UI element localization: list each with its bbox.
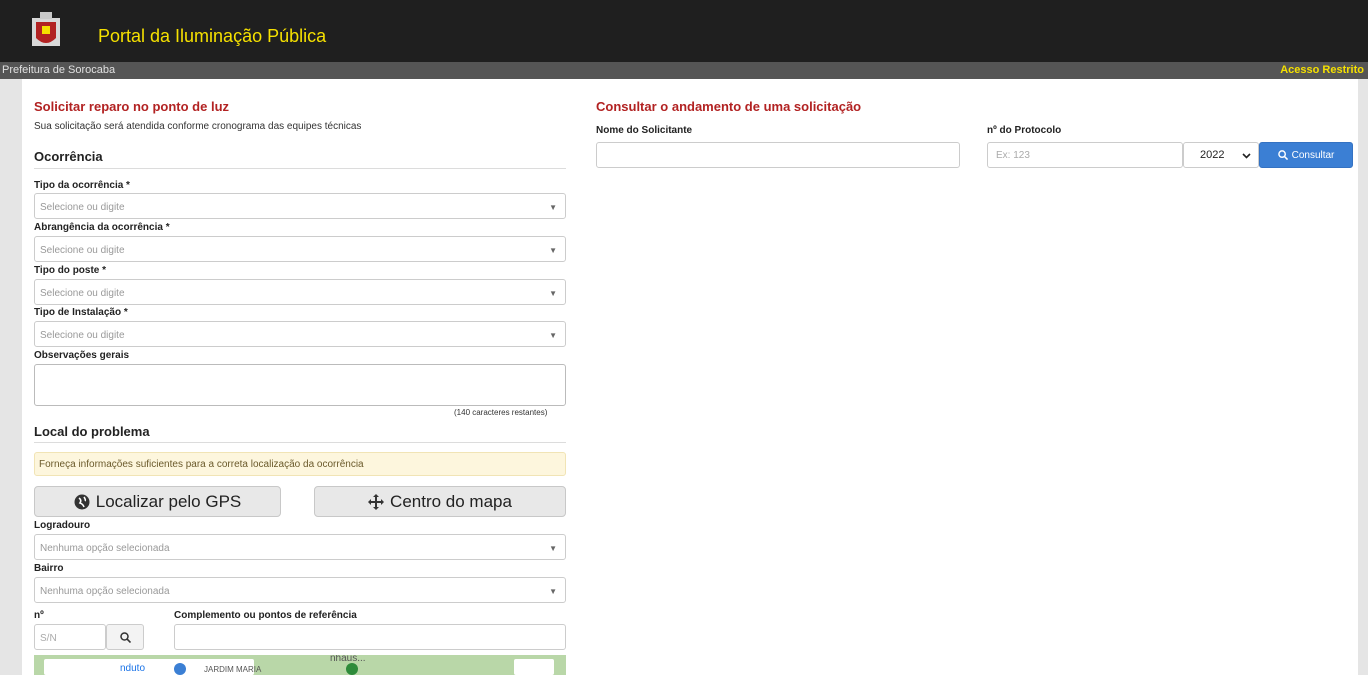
pole-type-label: Tipo do poste * (34, 265, 107, 276)
map-label: JARDIM MARIA (204, 665, 262, 674)
requester-name-label: Nome do Solicitante (596, 125, 693, 136)
search-icon (1277, 150, 1288, 160)
notes-counter: (140 caracteres restantes) (454, 408, 548, 417)
pole-type-select[interactable]: Selecione ou digite ▼ (34, 279, 566, 305)
chevron-down-icon: ▼ (549, 544, 557, 553)
divider (34, 442, 566, 443)
installation-type-label: Tipo de Instalação * (34, 307, 128, 318)
notes-textarea[interactable] (34, 364, 566, 406)
number-label: nº (34, 610, 44, 621)
center-button-label: Centro do mapa (390, 491, 512, 511)
map-center-button[interactable]: Centro do mapa (314, 486, 566, 517)
protocol-placeholder: Ex: 123 (996, 150, 1030, 161)
move-arrows-icon (368, 493, 385, 510)
complement-input[interactable] (174, 624, 566, 650)
app-header: Portal da Iluminação Pública (0, 0, 1368, 62)
select-placeholder: Nenhuma opção selecionada (40, 586, 170, 597)
chevron-down-icon: ▼ (549, 587, 557, 596)
district-select[interactable]: Nenhuma opção selecionada ▼ (34, 577, 566, 603)
consult-button-label: Consultar (1291, 149, 1335, 161)
installation-type-select[interactable]: Selecione ou digite ▼ (34, 321, 566, 347)
chevron-down-icon: ▼ (549, 203, 557, 212)
requester-name-input[interactable] (596, 142, 960, 168)
select-placeholder: Nenhuma opção selecionada (40, 543, 170, 554)
globe-icon (74, 494, 90, 509)
map-marker-icon[interactable] (174, 663, 186, 675)
street-label: Logradouro (34, 520, 91, 531)
city-coat-of-arms-logo[interactable] (26, 10, 66, 52)
org-name: Prefeitura de Sorocaba (2, 64, 116, 76)
restricted-access-link[interactable]: Acesso Restrito (1280, 64, 1364, 76)
complement-label: Complemento ou pontos de referência (174, 610, 357, 621)
map-label: nhaus... (330, 655, 366, 664)
request-subtitle: Sua solicitação será atendida conforme c… (34, 121, 362, 132)
chevron-down-icon: ▼ (549, 331, 557, 340)
sub-bar: Prefeitura de Sorocaba Acesso Restrito (0, 62, 1368, 79)
district-label: Bairro (34, 563, 64, 574)
protocol-label: nº do Protocolo (987, 125, 1062, 136)
occurrence-scope-select[interactable]: Selecione ou digite ▼ (34, 236, 566, 262)
number-input[interactable]: S/N (34, 624, 106, 650)
chevron-down-icon: ▼ (549, 246, 557, 255)
main-panel: Solicitar reparo no ponto de luz Sua sol… (22, 79, 1358, 675)
year-select[interactable]: 2022 (1183, 142, 1259, 168)
select-placeholder: Selecione ou digite (40, 202, 125, 213)
map-label: nduto (120, 663, 146, 674)
occurrence-type-label: Tipo da ocorrência * (34, 180, 130, 191)
protocol-input[interactable]: Ex: 123 (987, 142, 1183, 168)
request-title: Solicitar reparo no ponto de luz (34, 99, 230, 114)
select-placeholder: Selecione ou digite (40, 245, 125, 256)
gps-locate-button[interactable]: Localizar pelo GPS (34, 486, 281, 517)
occurrence-type-select[interactable]: Selecione ou digite ▼ (34, 193, 566, 219)
year-value: 2022 (1200, 149, 1225, 161)
location-map[interactable]: nduto JARDIM MARIA nhaus... (34, 655, 566, 675)
number-search-button[interactable] (106, 624, 144, 650)
app-title[interactable]: Portal da Iluminação Pública (98, 26, 326, 47)
occurrence-scope-label: Abrangência da ocorrência * (34, 222, 170, 233)
select-placeholder: Selecione ou digite (40, 288, 125, 299)
map-poi-icon[interactable] (346, 663, 358, 675)
map-control[interactable] (514, 659, 554, 675)
consult-button[interactable]: Consultar (1259, 142, 1353, 168)
street-select[interactable]: Nenhuma opção selecionada ▼ (34, 534, 566, 560)
query-title: Consultar o andamento de uma solicitação (596, 99, 862, 114)
location-alert: Forneça informações suficientes para a c… (34, 452, 566, 476)
number-placeholder: S/N (40, 633, 57, 644)
gps-button-label: Localizar pelo GPS (95, 491, 242, 511)
occurrence-heading: Ocorrência (34, 149, 103, 164)
notes-label: Observações gerais (34, 350, 130, 361)
chevron-down-icon: ▼ (549, 289, 557, 298)
divider (34, 168, 566, 169)
location-heading: Local do problema (34, 424, 150, 439)
select-placeholder: Selecione ou digite (40, 330, 125, 341)
chevron-down-icon (1242, 153, 1251, 159)
search-icon (119, 631, 131, 643)
